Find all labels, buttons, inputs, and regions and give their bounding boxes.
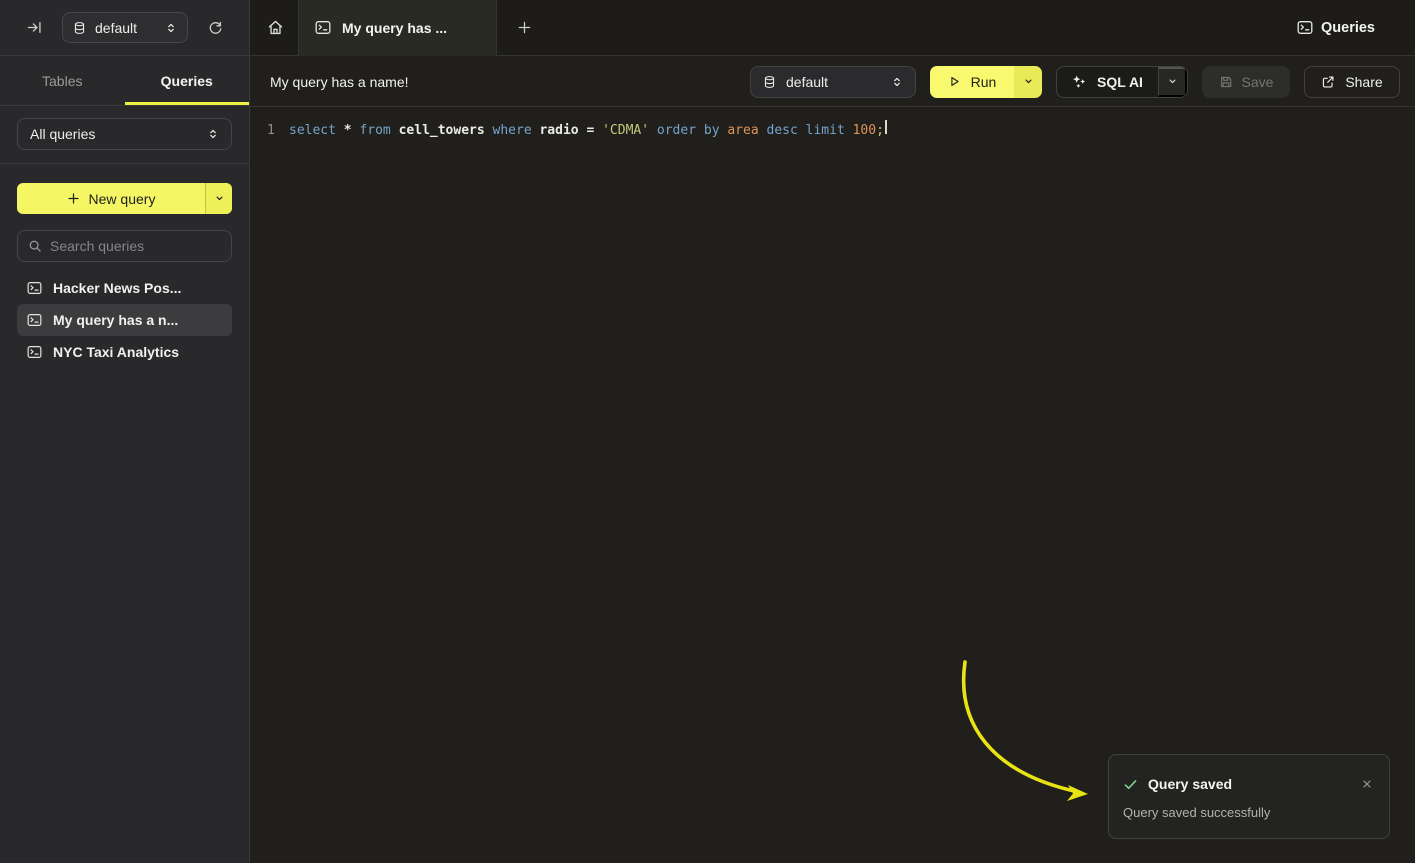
code-line[interactable]: 1 select * from cell_towers where radio … bbox=[267, 120, 1415, 140]
refresh-icon bbox=[208, 20, 223, 35]
header-database-selector[interactable]: default bbox=[750, 66, 916, 98]
home-button[interactable] bbox=[255, 8, 295, 48]
refresh-button[interactable] bbox=[206, 18, 225, 37]
sidebar-tabs: Tables Queries bbox=[0, 56, 249, 106]
new-tab-button[interactable] bbox=[506, 10, 542, 46]
query-item-label: My query has a n... bbox=[53, 312, 178, 328]
check-icon bbox=[1123, 777, 1138, 792]
share-button[interactable]: Share bbox=[1304, 66, 1400, 98]
topbar: My query has ... Queries bbox=[250, 0, 1415, 56]
chevron-down-icon bbox=[1167, 76, 1178, 87]
search-queries-box bbox=[17, 230, 232, 262]
toast-close-button[interactable] bbox=[1359, 776, 1375, 792]
search-icon bbox=[28, 239, 42, 253]
collapse-sidebar-button[interactable] bbox=[25, 18, 44, 37]
new-query-dropdown-button[interactable] bbox=[205, 183, 232, 214]
share-label: Share bbox=[1345, 74, 1382, 90]
queries-panel-label: Queries bbox=[1321, 20, 1375, 36]
plus-icon bbox=[517, 20, 532, 35]
close-icon bbox=[1361, 778, 1373, 790]
query-terminal-icon bbox=[27, 345, 42, 359]
new-query-main[interactable]: New query bbox=[17, 183, 205, 214]
search-queries-input[interactable] bbox=[50, 238, 231, 254]
new-query-button[interactable]: New query bbox=[17, 183, 232, 214]
line-number: 1 bbox=[267, 121, 279, 140]
sql-code: select * from cell_towers where radio = … bbox=[289, 121, 884, 140]
query-list-item[interactable]: Hacker News Pos... bbox=[17, 272, 232, 304]
query-terminal-icon bbox=[1297, 20, 1313, 35]
toast-title: Query saved bbox=[1148, 776, 1232, 792]
toast-query-saved: Query saved Query saved successfully bbox=[1108, 754, 1390, 839]
sidebar-database-selector[interactable]: default bbox=[62, 12, 188, 43]
query-list-item-selected[interactable]: My query has a n... bbox=[17, 304, 232, 336]
run-button-group: Run bbox=[930, 66, 1042, 98]
chevron-updown-icon bbox=[207, 128, 219, 140]
database-icon bbox=[763, 75, 776, 89]
query-terminal-icon bbox=[27, 313, 42, 327]
saved-queries-list: Hacker News Pos... My query has a n... bbox=[17, 272, 232, 368]
tab-my-query[interactable]: My query has ... bbox=[298, 0, 497, 56]
query-item-label: Hacker News Pos... bbox=[53, 280, 181, 296]
chevron-down-icon bbox=[1023, 76, 1034, 87]
run-label: Run bbox=[971, 74, 997, 90]
database-icon bbox=[73, 21, 86, 35]
sidebar-header: default bbox=[0, 0, 249, 56]
sql-ai-options-button[interactable] bbox=[1158, 67, 1187, 97]
collapse-sidebar-icon bbox=[27, 20, 42, 35]
sql-ai-button[interactable]: SQL AI bbox=[1057, 67, 1158, 97]
share-external-icon bbox=[1321, 75, 1335, 89]
queries-panel-button[interactable]: Queries bbox=[1297, 20, 1375, 36]
sidebar-database-value: default bbox=[95, 20, 156, 36]
chevron-updown-icon bbox=[891, 76, 903, 88]
sql-editor[interactable]: 1 select * from cell_towers where radio … bbox=[250, 108, 1415, 863]
home-icon bbox=[267, 19, 284, 36]
query-header: My query has a name! default Run bbox=[250, 57, 1415, 107]
queries-filter-section: All queries bbox=[0, 106, 249, 164]
tab-title: My query has ... bbox=[342, 20, 447, 36]
run-button[interactable]: Run bbox=[930, 66, 1014, 98]
header-database-value: default bbox=[786, 74, 881, 90]
save-label: Save bbox=[1242, 74, 1274, 90]
sql-ai-button-group: SQL AI bbox=[1056, 66, 1188, 98]
query-item-label: NYC Taxi Analytics bbox=[53, 344, 179, 360]
chevron-down-icon bbox=[214, 193, 225, 204]
save-icon bbox=[1219, 75, 1233, 89]
sidebar: default Tables Queries All queries bbox=[0, 0, 250, 863]
tab-tables[interactable]: Tables bbox=[0, 56, 125, 105]
run-options-button[interactable] bbox=[1014, 66, 1042, 98]
query-terminal-icon bbox=[315, 20, 331, 35]
save-button[interactable]: Save bbox=[1202, 66, 1290, 98]
sparkles-icon bbox=[1072, 74, 1087, 89]
new-query-label: New query bbox=[89, 191, 156, 207]
sql-ai-label: SQL AI bbox=[1097, 74, 1143, 90]
queries-filter-select[interactable]: All queries bbox=[17, 118, 232, 150]
query-title: My query has a name! bbox=[270, 74, 409, 90]
plus-icon bbox=[67, 192, 80, 205]
chevron-updown-icon bbox=[165, 22, 177, 34]
toast-message: Query saved successfully bbox=[1123, 805, 1375, 820]
text-caret bbox=[885, 120, 887, 134]
play-icon bbox=[948, 75, 961, 88]
query-terminal-icon bbox=[27, 281, 42, 295]
tab-queries[interactable]: Queries bbox=[125, 56, 250, 105]
queries-filter-value: All queries bbox=[30, 126, 207, 142]
query-list-item[interactable]: NYC Taxi Analytics bbox=[17, 336, 232, 368]
